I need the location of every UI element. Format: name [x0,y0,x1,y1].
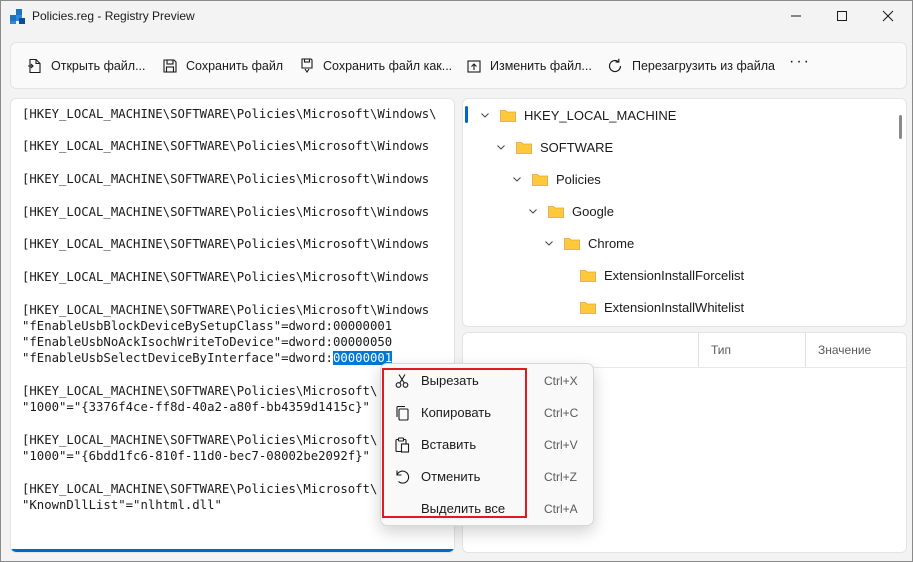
code-line: "fEnableUsbBlockDeviceBySetupClass"=dwor… [22,319,393,333]
folder-icon [564,237,580,250]
reload-icon [608,58,622,72]
menu-item-shortcut: Ctrl+A [544,502,578,516]
code-line: "1000"="{3376f4ce-ff8d-40a2-a80f-bb4359d… [22,400,370,414]
tree-item-label: Google [572,203,614,219]
tree-item-chrome[interactable]: Chrome [543,227,634,259]
open-file-icon [28,58,41,73]
column-divider[interactable] [805,333,806,367]
code-line: [HKEY_LOCAL_MACHINE\SOFTWARE\Policies\Mi… [22,205,430,219]
tree-item-label: SOFTWARE [540,139,614,155]
folder-icon [580,269,596,282]
tree-item-policies[interactable]: Policies [511,163,601,195]
tree-item-extension-forcelist[interactable]: ExtensionInstallForcelist [559,259,744,291]
column-header-value[interactable]: Значение [818,333,871,367]
minimize-button[interactable] [773,1,819,32]
menu-item-label: Отменить [421,469,481,484]
tree-item-hklm[interactable]: HKEY_LOCAL_MACHINE [479,99,676,131]
code-line-with-selection: "fEnableUsbSelectDeviceByInterface"=dwor… [22,350,393,366]
chevron-down-icon [545,241,553,246]
chevron-down-icon [513,177,521,182]
menu-item-shortcut: Ctrl+X [544,374,578,388]
maximize-button[interactable] [819,1,865,32]
tree-item-label: ExtensionInstallWhitelist [604,299,745,315]
code-line: [HKEY_LOCAL_MACHINE\SOFTWARE\Policies\Mi… [22,107,437,121]
menu-item-paste[interactable]: Вставить Ctrl+V [381,429,593,461]
folder-icon [580,301,596,314]
editor-focus-indicator [11,549,454,552]
menu-item-copy[interactable]: Копировать Ctrl+C [381,397,593,429]
edit-file-button[interactable]: Изменить файл... [466,43,592,88]
menu-item-label: Вставить [421,437,477,452]
menu-item-label: Выделить все [421,501,506,516]
code-line: [HKEY_LOCAL_MACHINE\SOFTWARE\Policies\Mi… [22,433,378,447]
context-menu: Вырезать Ctrl+X Копировать Ctrl+C Встави… [380,363,594,526]
code-line: [HKEY_LOCAL_MACHINE\SOFTWARE\Policies\Mi… [22,172,430,186]
cut-icon [395,374,409,388]
code-line: [HKEY_LOCAL_MACHINE\SOFTWARE\Policies\Mi… [22,237,430,251]
code-line: "fEnableUsbNoAckIsochWriteToDevice"=dwor… [22,335,393,349]
close-icon [882,10,894,22]
minimize-icon [791,15,801,17]
folder-icon [532,173,548,186]
registry-tree[interactable]: HKEY_LOCAL_MACHINE SOFTWARE Policies Goo… [462,98,907,327]
tree-item-label: Policies [556,171,601,187]
tree-item-label: HKEY_LOCAL_MACHINE [524,107,677,123]
menu-item-undo[interactable]: Отменить Ctrl+Z [381,461,593,493]
reload-label: Перезагрузить из файла [632,58,775,73]
save-as-button[interactable]: Сохранить файл как... [299,43,452,88]
menu-item-label: Вырезать [421,373,479,388]
menu-item-shortcut: Ctrl+Z [544,470,577,484]
open-file-button[interactable]: Открыть файл... [27,43,146,88]
tree-scrollbar[interactable] [899,115,902,139]
code-line: [HKEY_LOCAL_MACHINE\SOFTWARE\Policies\Mi… [22,139,430,153]
tree-item-google[interactable]: Google [527,195,614,227]
tree-item-software[interactable]: SOFTWARE [495,131,613,163]
column-divider[interactable] [698,333,699,367]
column-header-type[interactable]: Тип [711,333,731,367]
window-title: Policies.reg - Registry Preview [32,9,195,23]
open-file-label: Открыть файл... [51,58,146,73]
save-as-icon [301,57,313,73]
folder-icon [500,109,516,122]
save-file-label: Сохранить файл [186,58,284,73]
code-text: "fEnableUsbSelectDeviceByInterface"=dwor… [22,351,333,365]
code-line: [HKEY_LOCAL_MACHINE\SOFTWARE\Policies\Mi… [22,303,430,317]
menu-item-select-all[interactable]: Выделить все Ctrl+A [381,493,593,525]
save-file-button[interactable]: Сохранить файл [162,43,283,88]
selection-indicator [465,106,468,123]
more-options-button[interactable]: ··· [789,53,811,71]
menu-item-label: Копировать [421,405,491,420]
title-bar: Policies.reg - Registry Preview [1,1,912,32]
save-as-label: Сохранить файл как... [323,58,453,73]
reload-button[interactable]: Перезагрузить из файла [606,43,775,88]
tree-item-extension-whitelist[interactable]: ExtensionInstallWhitelist [559,291,744,323]
maximize-icon [837,11,847,21]
code-line: [HKEY_LOCAL_MACHINE\SOFTWARE\Policies\Mi… [22,384,378,398]
tree-item-label: Chrome [588,235,635,251]
undo-icon [396,470,410,484]
edit-file-icon [467,59,481,73]
tree-item-label: ExtensionInstallForcelist [604,267,745,283]
folder-icon [548,205,564,218]
folder-icon [516,141,532,154]
copy-icon [396,405,409,421]
edit-file-label: Изменить файл... [490,58,592,73]
code-line: "KnownDllList"="nlhtml.dll" [22,498,222,512]
paste-icon [395,437,410,453]
chevron-down-icon [497,145,505,150]
menu-item-cut[interactable]: Вырезать Ctrl+X [381,365,593,397]
code-line: [HKEY_LOCAL_MACHINE\SOFTWARE\Policies\Mi… [22,482,378,496]
close-button[interactable] [865,1,911,32]
app-icon [10,9,25,24]
chevron-down-icon [481,113,489,118]
code-line: [HKEY_LOCAL_MACHINE\SOFTWARE\Policies\Mi… [22,270,430,284]
command-bar: Открыть файл... Сохранить файл Сохранить… [10,42,907,89]
menu-item-shortcut: Ctrl+V [544,438,578,452]
save-icon [163,58,177,73]
app-window: Policies.reg - Registry Preview Открыть … [0,0,913,562]
menu-item-shortcut: Ctrl+C [544,406,579,420]
chevron-down-icon [529,209,537,214]
code-line: "1000"="{6bdd1fc6-810f-11d0-bec7-08002be… [22,449,370,463]
